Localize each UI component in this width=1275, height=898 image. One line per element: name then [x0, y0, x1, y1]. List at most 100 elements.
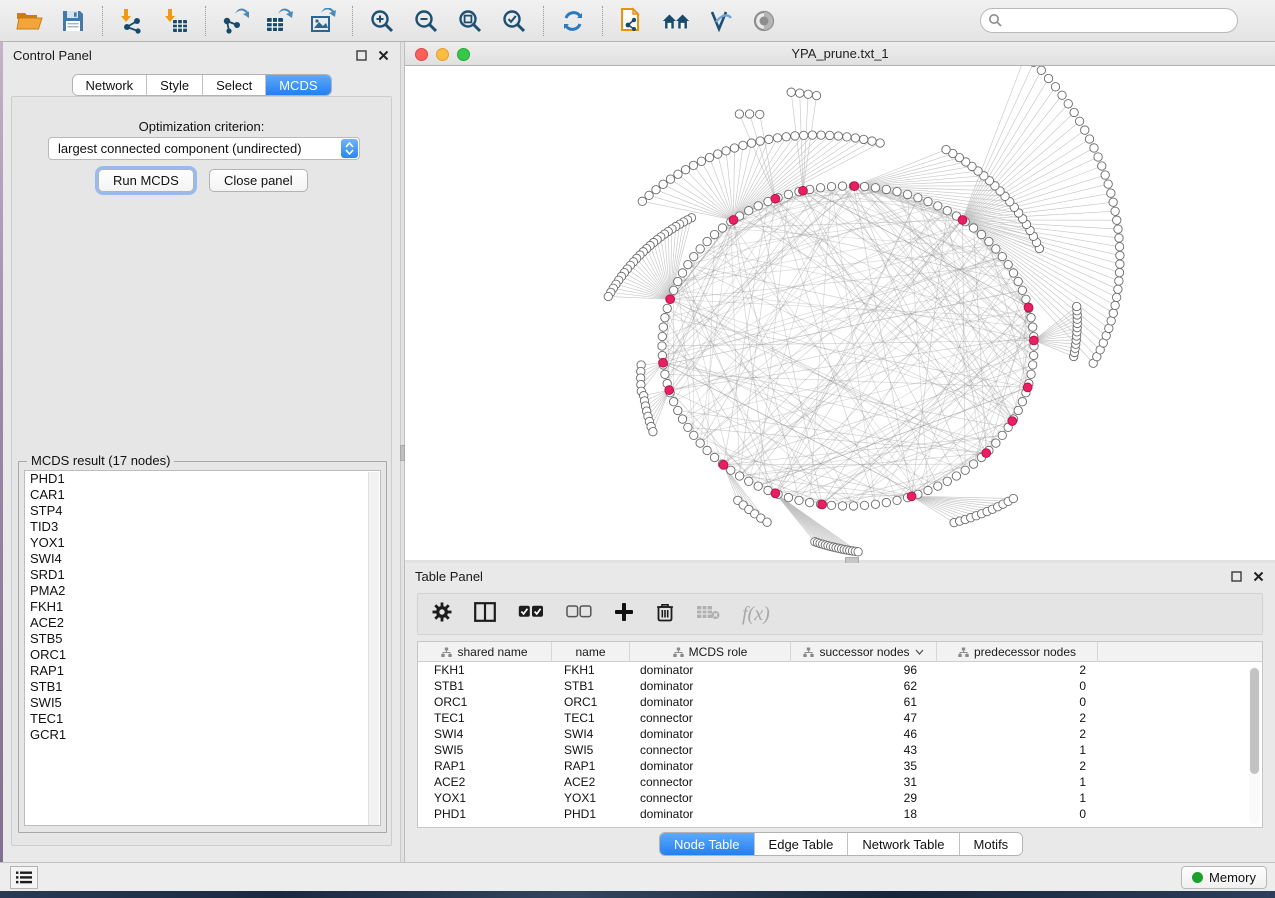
export-network-icon[interactable] — [220, 6, 250, 36]
gear-icon[interactable] — [432, 602, 452, 627]
cell-successor-nodes[interactable]: 35 — [791, 758, 937, 774]
float-window-icon[interactable] — [1229, 569, 1243, 583]
mcds-list-scrollbar[interactable] — [368, 472, 379, 826]
zoom-selected-icon[interactable] — [499, 6, 529, 36]
cell-mcds-role[interactable]: connector — [630, 710, 791, 726]
cell-successor-nodes[interactable]: 62 — [791, 678, 937, 694]
mcds-result-item[interactable]: FKH1 — [25, 599, 380, 615]
cell-predecessor-nodes[interactable]: 2 — [937, 662, 1098, 678]
table-row[interactable]: ACE2ACE2connector311 — [418, 774, 1262, 790]
table-scrollbar[interactable] — [1249, 666, 1260, 824]
cell-predecessor-nodes[interactable]: 2 — [937, 726, 1098, 742]
cell-predecessor-nodes[interactable]: 0 — [937, 806, 1098, 822]
table-row[interactable]: STB1STB1dominator620 — [418, 678, 1262, 694]
mcds-result-item[interactable]: TID3 — [25, 519, 380, 535]
mcds-result-list[interactable]: PHD1CAR1STP4TID3YOX1SWI4SRD1PMA2FKH1ACE2… — [24, 470, 381, 826]
cell-successor-nodes[interactable]: 61 — [791, 694, 937, 710]
float-window-icon[interactable] — [354, 48, 368, 62]
cell-shared-name[interactable]: STB1 — [418, 678, 552, 694]
cell-predecessor-nodes[interactable]: 1 — [937, 790, 1098, 806]
cell-mcds-role[interactable]: dominator — [630, 662, 791, 678]
mcds-result-item[interactable]: CAR1 — [25, 487, 380, 503]
cell-successor-nodes[interactable]: 29 — [791, 790, 937, 806]
tab-select[interactable]: Select — [203, 75, 266, 95]
open-file-icon[interactable] — [14, 6, 44, 36]
mcds-result-item[interactable]: TEC1 — [25, 711, 380, 727]
deselect-all-columns-icon[interactable] — [566, 605, 592, 623]
cell-name[interactable]: RAP1 — [552, 758, 630, 774]
cell-mcds-role[interactable]: dominator — [630, 678, 791, 694]
show-hide-icon[interactable] — [749, 6, 779, 36]
cell-predecessor-nodes[interactable]: 2 — [937, 758, 1098, 774]
cell-name[interactable]: YOX1 — [552, 790, 630, 806]
mcds-result-item[interactable]: PHD1 — [25, 471, 380, 487]
column-header-successor-nodes[interactable]: successor nodes — [791, 642, 937, 662]
table-row[interactable]: SWI5SWI5connector431 — [418, 742, 1262, 758]
tab-style[interactable]: Style — [147, 75, 203, 95]
mcds-result-item[interactable]: YOX1 — [25, 535, 380, 551]
cell-name[interactable]: FKH1 — [552, 662, 630, 678]
cell-shared-name[interactable]: TEC1 — [418, 710, 552, 726]
column-header-mcds-role[interactable]: MCDS role — [630, 642, 791, 662]
optimization-select[interactable]: largest connected component (undirected) — [48, 137, 360, 160]
cell-mcds-role[interactable]: dominator — [630, 806, 791, 822]
search-input[interactable] — [980, 8, 1238, 33]
cell-mcds-role[interactable]: connector — [630, 742, 791, 758]
cell-shared-name[interactable]: ACE2 — [418, 774, 552, 790]
cell-name[interactable]: PHD1 — [552, 806, 630, 822]
cell-mcds-role[interactable]: connector — [630, 790, 791, 806]
cell-predecessor-nodes[interactable]: 1 — [937, 742, 1098, 758]
cell-name[interactable]: STB1 — [552, 678, 630, 694]
zoom-fit-icon[interactable] — [455, 6, 485, 36]
tab-node-table[interactable]: Node Table — [660, 833, 755, 855]
cell-mcds-role[interactable]: dominator — [630, 726, 791, 742]
table-scrollbar-thumb[interactable] — [1250, 668, 1259, 774]
cell-successor-nodes[interactable]: 96 — [791, 662, 937, 678]
table-row[interactable]: RAP1RAP1dominator352 — [418, 758, 1262, 774]
task-history-button[interactable] — [10, 866, 38, 889]
cell-shared-name[interactable]: RAP1 — [418, 758, 552, 774]
export-image-icon[interactable] — [308, 6, 338, 36]
mcds-result-item[interactable]: RAP1 — [25, 663, 380, 679]
table-row[interactable]: PHD1PHD1dominator180 — [418, 806, 1262, 822]
select-all-columns-icon[interactable] — [518, 605, 544, 623]
close-icon[interactable] — [376, 48, 390, 62]
refresh-layout-icon[interactable] — [558, 6, 588, 36]
mcds-result-item[interactable]: ORC1 — [25, 647, 380, 663]
tab-edge-table[interactable]: Edge Table — [755, 833, 849, 855]
tab-network[interactable]: Network — [72, 75, 147, 95]
cell-predecessor-nodes[interactable]: 0 — [937, 678, 1098, 694]
network-window-titlebar[interactable]: YPA_prune.txt_1 — [405, 42, 1275, 66]
zoom-in-icon[interactable] — [367, 6, 397, 36]
cell-shared-name[interactable]: SWI5 — [418, 742, 552, 758]
column-header-predecessor-nodes[interactable]: predecessor nodes — [937, 642, 1098, 662]
column-header-name[interactable]: name — [552, 642, 630, 662]
zoom-out-icon[interactable] — [411, 6, 441, 36]
import-table-icon[interactable] — [161, 6, 191, 36]
cell-predecessor-nodes[interactable]: 1 — [937, 774, 1098, 790]
tab-mcds[interactable]: MCDS — [266, 75, 330, 95]
mcds-result-item[interactable]: SRD1 — [25, 567, 380, 583]
mcds-result-item[interactable]: STP4 — [25, 503, 380, 519]
cell-name[interactable]: ORC1 — [552, 694, 630, 710]
table-row[interactable]: SWI4SWI4dominator462 — [418, 726, 1262, 742]
save-session-icon[interactable] — [58, 6, 88, 36]
import-network-icon[interactable] — [117, 6, 147, 36]
delete-column-icon[interactable] — [656, 602, 674, 627]
mcds-result-item[interactable]: STB1 — [25, 679, 380, 695]
cell-shared-name[interactable]: SWI4 — [418, 726, 552, 742]
mcds-result-item[interactable]: SWI4 — [25, 551, 380, 567]
tab-motifs[interactable]: Motifs — [960, 833, 1023, 855]
add-column-icon[interactable] — [614, 602, 634, 627]
run-mcds-button[interactable]: Run MCDS — [98, 169, 194, 192]
cell-name[interactable]: SWI4 — [552, 726, 630, 742]
cell-mcds-role[interactable]: dominator — [630, 758, 791, 774]
cell-predecessor-nodes[interactable]: 2 — [937, 710, 1098, 726]
network-view-canvas[interactable] — [405, 66, 1275, 560]
cell-shared-name[interactable]: ORC1 — [418, 694, 552, 710]
cell-shared-name[interactable]: FKH1 — [418, 662, 552, 678]
mcds-result-item[interactable]: PMA2 — [25, 583, 380, 599]
table-row[interactable]: TEC1TEC1connector472 — [418, 710, 1262, 726]
houses-icon[interactable] — [661, 6, 691, 36]
mcds-result-item[interactable]: SWI5 — [25, 695, 380, 711]
